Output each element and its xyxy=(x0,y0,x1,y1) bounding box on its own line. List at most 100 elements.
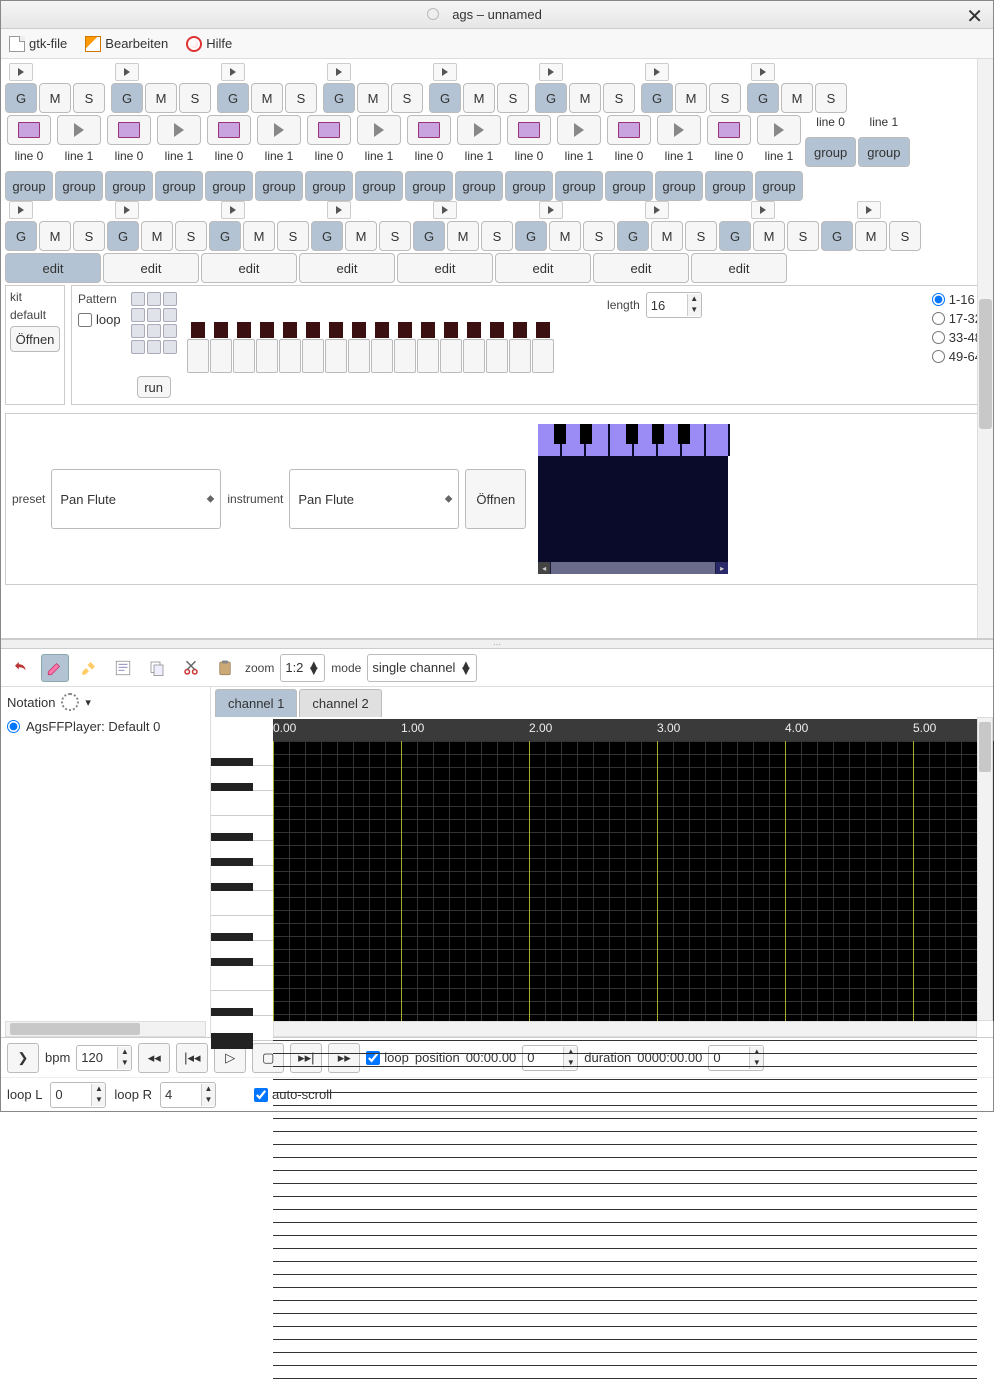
m-button[interactable]: M xyxy=(145,83,177,113)
folder-icon[interactable] xyxy=(307,115,351,145)
s-button[interactable]: S xyxy=(685,221,717,251)
group-button[interactable]: group xyxy=(205,171,253,201)
edit-button[interactable]: edit xyxy=(691,253,787,283)
s-button[interactable]: S xyxy=(175,221,207,251)
rewind-button[interactable]: ◂◂ xyxy=(138,1043,170,1073)
m-button[interactable]: M xyxy=(141,221,173,251)
group-button[interactable]: group xyxy=(655,171,703,201)
mini-play-button[interactable] xyxy=(327,63,351,81)
run-button[interactable]: run xyxy=(137,376,171,398)
mini-play-button[interactable] xyxy=(751,201,775,219)
expand-button[interactable]: ❯ xyxy=(7,1043,39,1073)
group-button[interactable]: group xyxy=(555,171,603,201)
m-button[interactable]: M xyxy=(345,221,377,251)
play-icon[interactable] xyxy=(257,115,301,145)
s-button[interactable]: S xyxy=(73,221,105,251)
m-button[interactable]: M xyxy=(651,221,683,251)
mini-play-button[interactable] xyxy=(221,63,245,81)
group-button[interactable]: group xyxy=(755,171,803,201)
m-button[interactable]: M xyxy=(569,83,601,113)
preset-dropdown[interactable]: Pan Flute◆ xyxy=(51,469,221,529)
g-button[interactable]: G xyxy=(209,221,241,251)
s-button[interactable]: S xyxy=(497,83,529,113)
m-button[interactable]: M xyxy=(549,221,581,251)
pattern-step[interactable] xyxy=(302,339,324,373)
pattern-step[interactable] xyxy=(532,339,554,373)
group-button[interactable]: group xyxy=(5,171,53,201)
g-button[interactable]: G xyxy=(107,221,139,251)
note-button[interactable] xyxy=(109,654,137,682)
pattern-step[interactable] xyxy=(509,339,531,373)
instrument-open-button[interactable]: Öffnen xyxy=(465,469,526,529)
pattern-step[interactable] xyxy=(210,339,232,373)
g-button[interactable]: G xyxy=(111,83,143,113)
mini-play-button[interactable] xyxy=(857,201,881,219)
mini-play-button[interactable] xyxy=(221,201,245,219)
group-button[interactable]: group xyxy=(705,171,753,201)
pattern-step[interactable] xyxy=(233,339,255,373)
tab-channel-1[interactable]: channel 1 xyxy=(215,689,297,717)
g-button[interactable]: G xyxy=(5,221,37,251)
s-button[interactable]: S xyxy=(277,221,309,251)
play-icon[interactable] xyxy=(457,115,501,145)
g-button[interactable]: G xyxy=(413,221,445,251)
play-icon[interactable] xyxy=(157,115,201,145)
player-radio[interactable]: AgsFFPlayer: Default 0 xyxy=(7,719,204,734)
group-button[interactable]: group xyxy=(155,171,203,201)
folder-icon[interactable] xyxy=(507,115,551,145)
m-button[interactable]: M xyxy=(447,221,479,251)
g-button[interactable]: G xyxy=(617,221,649,251)
s-button[interactable]: S xyxy=(889,221,921,251)
white-key[interactable] xyxy=(211,891,273,916)
folder-icon[interactable] xyxy=(107,115,151,145)
mini-play-button[interactable] xyxy=(115,201,139,219)
folder-icon[interactable] xyxy=(707,115,751,145)
g-button[interactable]: G xyxy=(217,83,249,113)
edit-button[interactable]: edit xyxy=(5,253,101,283)
s-button[interactable]: S xyxy=(481,221,513,251)
m-button[interactable]: M xyxy=(781,83,813,113)
pane-splitter[interactable]: ⋯ xyxy=(1,639,993,649)
bpm-spinner[interactable]: ▲▼ xyxy=(76,1045,132,1071)
m-button[interactable]: M xyxy=(753,221,785,251)
pattern-step[interactable] xyxy=(417,339,439,373)
play-icon[interactable] xyxy=(357,115,401,145)
g-button[interactable]: G xyxy=(429,83,461,113)
g-button[interactable]: G xyxy=(535,83,567,113)
mini-play-button[interactable] xyxy=(9,201,33,219)
brush-button[interactable] xyxy=(75,654,103,682)
play-icon[interactable] xyxy=(757,115,801,145)
stop-button[interactable]: ▢ xyxy=(252,1043,284,1073)
loop-l-spinner[interactable]: ▲▼ xyxy=(50,1082,106,1108)
white-key[interactable] xyxy=(211,966,273,991)
s-button[interactable]: S xyxy=(179,83,211,113)
play-icon[interactable] xyxy=(57,115,101,145)
g-button[interactable]: G xyxy=(311,221,343,251)
edit-button[interactable]: edit xyxy=(397,253,493,283)
mini-play-button[interactable] xyxy=(645,201,669,219)
m-button[interactable]: M xyxy=(675,83,707,113)
g-button[interactable]: G xyxy=(641,83,673,113)
group-button[interactable]: group xyxy=(255,171,303,201)
pattern-step[interactable] xyxy=(371,339,393,373)
pencil-button[interactable] xyxy=(41,654,69,682)
copy-button[interactable] xyxy=(143,654,171,682)
g-button[interactable]: G xyxy=(5,83,37,113)
menu-file[interactable]: gtk-file xyxy=(9,36,67,52)
group-button[interactable]: group xyxy=(805,137,856,167)
s-button[interactable]: S xyxy=(603,83,635,113)
pattern-step[interactable] xyxy=(440,339,462,373)
instrument-dropdown[interactable]: Pan Flute◆ xyxy=(289,469,459,529)
pattern-step[interactable] xyxy=(279,339,301,373)
editor-vscroll[interactable] xyxy=(977,717,993,1021)
edit-button[interactable]: edit xyxy=(299,253,395,283)
s-button[interactable]: S xyxy=(391,83,423,113)
loop-checkbox[interactable]: loop xyxy=(78,312,121,327)
g-button[interactable]: G xyxy=(323,83,355,113)
black-key[interactable] xyxy=(211,1033,253,1049)
pattern-step[interactable] xyxy=(325,339,347,373)
edit-button[interactable]: edit xyxy=(593,253,689,283)
autoscroll-checkbox[interactable]: auto-scroll xyxy=(254,1087,332,1102)
length-spinner[interactable]: ▲▼ xyxy=(646,292,702,318)
pattern-step[interactable] xyxy=(394,339,416,373)
